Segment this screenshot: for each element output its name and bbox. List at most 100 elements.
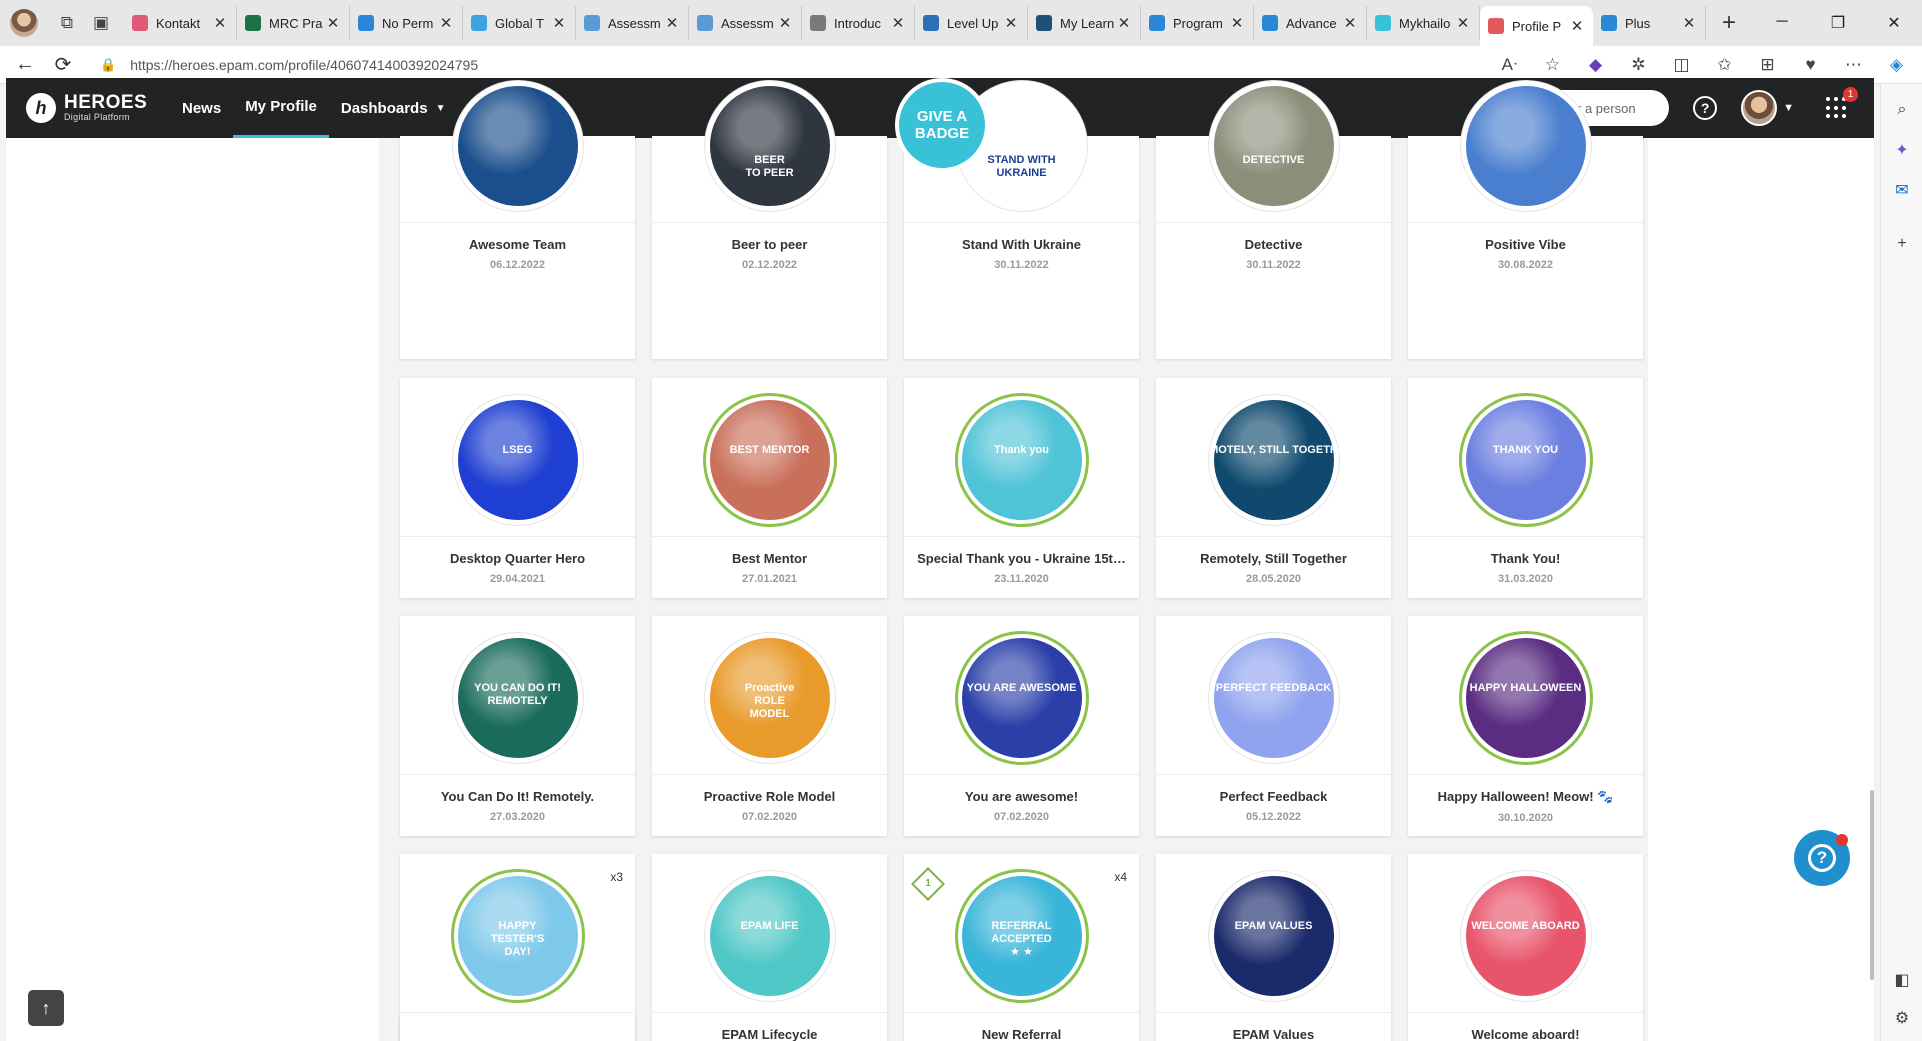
browser-tab[interactable]: Plus ✕ — [1593, 6, 1706, 40]
browser-profile-avatar[interactable] — [10, 9, 38, 37]
restore-icon[interactable]: ❐ — [1810, 13, 1866, 33]
favorite-star-icon[interactable]: ☆ — [1531, 55, 1574, 75]
help-chat-button[interactable]: ? — [1794, 830, 1850, 886]
badge-card[interactable]: HAPPY HALLOWEEN Happy Halloween! Meow! 🐾 3… — [1408, 616, 1643, 836]
collections-icon[interactable]: ⊞ — [1746, 55, 1789, 75]
heroes-logo[interactable]: h HEROES Digital Platform — [26, 93, 156, 123]
browser-tab[interactable]: Assessm ✕ — [576, 6, 689, 40]
new-tab-button[interactable]: + — [1712, 9, 1746, 37]
menu-dashboards[interactable]: Dashboards ▼ — [329, 78, 458, 138]
browser-tab[interactable]: Level Up ✕ — [915, 6, 1028, 40]
badge-image — [961, 400, 1082, 520]
more-icon[interactable]: ⋯ — [1832, 55, 1875, 75]
browser-tab[interactable]: Profile P ✕ — [1480, 6, 1593, 46]
badge-date: 06.12.2022 — [489, 259, 546, 271]
menu-news[interactable]: News — [170, 78, 233, 138]
badge-card[interactable]: YOU ARE AWESOME You are awesome! 07.02.202… — [904, 616, 1139, 836]
favorites-icon[interactable]: ✩ — [1703, 55, 1746, 75]
close-window-icon[interactable]: ✕ — [1866, 13, 1922, 33]
performance-icon[interactable]: ♥ — [1789, 55, 1832, 75]
card-divider — [1408, 774, 1643, 775]
badge-card[interactable]: EPAM VALUESEPAM Values27.06.2021 — [1156, 854, 1391, 1041]
outlook-icon[interactable]: ✉ — [1890, 178, 1914, 202]
add-sidebar-icon[interactable]: + — [1890, 232, 1914, 256]
close-tab-icon[interactable]: ✕ — [1342, 14, 1358, 32]
user-menu-chevron-icon[interactable]: ▼ — [1783, 102, 1794, 114]
badge-image — [1213, 638, 1334, 758]
badge-card[interactable]: BEER TO PEER Beer to peer 02.12.2022 — [652, 86, 887, 359]
split-screen-icon[interactable]: ◫ — [1660, 55, 1703, 75]
workspaces-icon[interactable]: ⧉ — [50, 6, 84, 40]
badge-art-text: THANK YOU — [1492, 444, 1559, 456]
card-divider — [1408, 536, 1643, 537]
scroll-to-top-button[interactable]: ↑ — [28, 990, 64, 1026]
badge-card[interactable]: HAPPY TESTER'S DAY!x3Happy Tester's Day!… — [400, 854, 635, 1041]
tab-title: Assessm — [608, 15, 661, 31]
badge-card[interactable]: Awesome Team 06.12.2022 — [400, 86, 635, 359]
browser-tab[interactable]: MRC Pra ✕ — [237, 6, 350, 40]
user-avatar[interactable] — [1741, 90, 1778, 126]
page-scrollbar[interactable] — [1870, 790, 1874, 980]
close-tab-icon[interactable]: ✕ — [212, 14, 228, 32]
close-tab-icon[interactable]: ✕ — [438, 14, 454, 32]
search-sidebar-icon[interactable]: ⌕ — [1890, 98, 1914, 122]
menu-my-profile[interactable]: My Profile — [233, 78, 329, 138]
browser-tab[interactable]: Assessm ✕ — [689, 6, 802, 40]
close-tab-icon[interactable]: ✕ — [1116, 14, 1132, 32]
badge-card[interactable]: Thank you Special Thank you - Ukraine 15t… — [904, 378, 1139, 598]
badge-card[interactable]: WELCOME ABOARDWelcome aboard!04.01.2020 — [1408, 854, 1643, 1041]
close-tab-icon[interactable]: ✕ — [777, 14, 793, 32]
browser-tab[interactable]: No Perm ✕ — [350, 6, 463, 40]
help-icon[interactable]: ? — [1693, 96, 1718, 120]
browser-tab[interactable]: Introduc ✕ — [802, 6, 915, 40]
apps-grid-icon[interactable]: 1 — [1826, 87, 1858, 119]
browser-tab[interactable]: Advance ✕ — [1254, 6, 1367, 40]
badge-image — [1465, 876, 1586, 996]
close-tab-icon[interactable]: ✕ — [325, 14, 341, 32]
tab-favicon-icon — [471, 15, 487, 31]
tab-title: MRC Pra — [269, 15, 323, 31]
close-tab-icon[interactable]: ✕ — [1003, 14, 1019, 32]
badge-art-text: EPAM VALUES — [1234, 920, 1313, 932]
browser-tab[interactable]: Global T ✕ — [463, 6, 576, 40]
close-tab-icon[interactable]: ✕ — [551, 14, 567, 32]
close-tab-icon[interactable]: ✕ — [1229, 14, 1245, 32]
copilot-icon[interactable]: ◈ — [1875, 55, 1918, 75]
extensions-icon[interactable]: ✲ — [1617, 55, 1660, 75]
browser-tab[interactable]: My Learn ✕ — [1028, 6, 1141, 40]
browser-tab[interactable]: Program ✕ — [1141, 6, 1254, 40]
extension-icon[interactable]: ◆ — [1574, 55, 1617, 75]
badge-card[interactable]: PERFECT FEEDBACK Perfect Feedback 05.12.20… — [1156, 616, 1391, 836]
url-field[interactable]: 🔒 https://heroes.epam.com/profile/406074… — [90, 50, 1480, 80]
close-tab-icon[interactable]: ✕ — [664, 14, 680, 32]
browser-tab[interactable]: Kontakt ✕ — [124, 6, 237, 40]
copilot-sidebar-icon[interactable]: ✦ — [1890, 138, 1914, 162]
badge-card[interactable]: THANK YOU Thank You! 31.03.2020 — [1408, 378, 1643, 598]
give-a-badge-button[interactable]: GIVE A BADGE — [895, 78, 989, 172]
card-divider — [400, 1012, 635, 1013]
tab-title: Program — [1173, 15, 1223, 31]
tab-actions-icon[interactable]: ▣ — [84, 6, 118, 40]
sidebar-toggle-icon[interactable]: ◧ — [1890, 968, 1914, 992]
give-badge-line2: BADGE — [914, 125, 970, 142]
read-aloud-icon[interactable]: Aᐧ — [1488, 55, 1531, 75]
close-tab-icon[interactable]: ✕ — [1681, 14, 1697, 32]
close-tab-icon[interactable]: ✕ — [1569, 17, 1585, 35]
minimize-icon[interactable]: ─ — [1754, 13, 1810, 33]
badge-card[interactable]: EPAM LIFEEPAM Lifecycle21.06.2022 — [652, 854, 887, 1041]
close-tab-icon[interactable]: ✕ — [890, 14, 906, 32]
badge-card[interactable]: REMOTELY, STILL TOGETHER Remotely, Still … — [1156, 378, 1391, 598]
badge-card[interactable]: REFERRAL ACCEPTED ★ ★x41New Referral22.0… — [904, 854, 1139, 1041]
close-tab-icon[interactable]: ✕ — [1455, 14, 1471, 32]
badge-card[interactable]: BEST MENTOR Best Mentor 27.01.2021 — [652, 378, 887, 598]
badge-name: Special Thank you - Ukraine 15t… — [917, 551, 1126, 566]
browser-tab[interactable]: Mykhailo ✕ — [1367, 6, 1480, 40]
badge-card[interactable]: Positive Vibe 30.08.2022 — [1408, 86, 1643, 359]
settings-gear-icon[interactable]: ⚙ — [1890, 1006, 1914, 1030]
badge-card[interactable]: DETECTIVE Detective 30.11.2022 — [1156, 86, 1391, 359]
badge-card[interactable]: YOU CAN DO IT! REMOTELY You Can Do It! Re… — [400, 616, 635, 836]
tab-title: Introduc — [834, 15, 881, 31]
tab-title: Plus — [1625, 15, 1651, 31]
badge-card[interactable]: LSEG Desktop Quarter Hero 29.04.2021 — [400, 378, 635, 598]
badge-card[interactable]: Proactive ROLE MODEL Proactive Role Model… — [652, 616, 887, 836]
